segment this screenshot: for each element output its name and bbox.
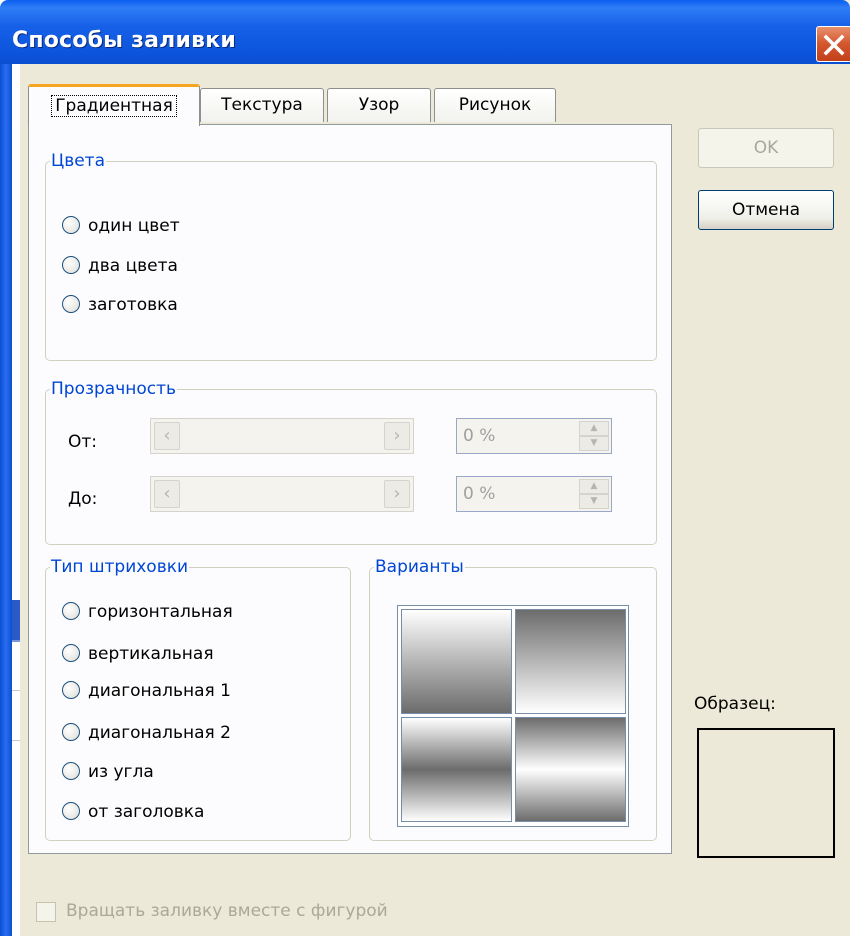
variants-group: Варианты — [369, 556, 657, 841]
to-value-spinner[interactable]: 0 % ▲ ▼ — [456, 476, 612, 512]
variant-swatch[interactable] — [515, 609, 626, 714]
title-bar[interactable]: Способы заливки — [0, 0, 850, 64]
sample-preview — [697, 728, 835, 858]
radio-label: вертикальная — [88, 644, 214, 664]
tab-gradient-label: Градиентная — [51, 95, 177, 117]
to-slider[interactable]: ‹ › — [150, 476, 414, 512]
sample-label: Образец: — [694, 694, 776, 714]
tab-pattern[interactable]: Узор — [327, 88, 431, 122]
variant-swatch[interactable] — [401, 609, 512, 714]
close-button[interactable] — [816, 26, 850, 62]
rotate-fill-label: Вращать заливку вместе с фигурой — [66, 901, 388, 921]
spin-up-icon[interactable]: ▲ — [579, 421, 609, 436]
radio-button[interactable] — [62, 256, 80, 274]
shading-styles-title: Тип штриховки — [50, 556, 190, 578]
radio-button[interactable] — [62, 762, 80, 780]
slider-left-arrow-icon[interactable]: ‹ — [154, 422, 180, 450]
radio-button[interactable] — [62, 802, 80, 820]
tab-picture-label: Рисунок — [458, 95, 532, 115]
spin-down-icon[interactable]: ▼ — [579, 436, 609, 451]
radio-label: горизонтальная — [88, 602, 233, 622]
from-value[interactable]: 0 % — [463, 419, 495, 453]
tab-texture[interactable]: Текстура — [200, 88, 324, 122]
variants-group-title: Варианты — [374, 556, 465, 578]
tab-gradient[interactable]: Градиентная — [28, 84, 200, 126]
cancel-button[interactable]: Отмена — [698, 190, 834, 230]
slider-right-arrow-icon[interactable]: › — [384, 422, 410, 450]
shading-styles-group: Тип штриховки горизонтальная вертикальна… — [45, 556, 351, 841]
transparency-group-title: Прозрачность — [50, 378, 178, 400]
radio-button[interactable] — [62, 216, 80, 234]
spin-up-icon[interactable]: ▲ — [579, 479, 609, 494]
transparency-group: Прозрачность От: ‹ › 0 % ▲ ▼ До: ‹ › 0 %… — [45, 378, 657, 545]
tab-pattern-label: Узор — [358, 95, 400, 115]
tab-picture[interactable]: Рисунок — [434, 88, 556, 122]
fill-effects-dialog: Способы заливки Градиентная Текстура Узо… — [0, 0, 850, 936]
rotate-fill-checkbox[interactable] — [36, 902, 56, 922]
radio-label: диагональная 1 — [88, 681, 231, 701]
colors-group: Цвета один цвет два цвета заготовка — [45, 150, 657, 361]
radio-button[interactable] — [62, 723, 80, 741]
close-icon — [823, 34, 845, 56]
radio-label: диагональная 2 — [88, 723, 231, 743]
radio-label: из угла — [88, 762, 154, 782]
variant-swatch[interactable] — [401, 717, 512, 822]
radio-label: два цвета — [88, 256, 178, 276]
gradient-tab-panel: Цвета один цвет два цвета заготовка Проз… — [28, 124, 672, 854]
slider-right-arrow-icon[interactable]: › — [384, 480, 410, 508]
tab-texture-label: Текстура — [221, 95, 303, 115]
slider-left-arrow-icon[interactable]: ‹ — [154, 480, 180, 508]
radio-button[interactable] — [62, 602, 80, 620]
window-frame-left — [0, 64, 12, 936]
spin-down-icon[interactable]: ▼ — [579, 494, 609, 509]
radio-button[interactable] — [62, 295, 80, 313]
colors-group-title: Цвета — [50, 150, 106, 172]
radio-button[interactable] — [62, 644, 80, 662]
from-label: От: — [68, 432, 98, 452]
to-label: До: — [68, 489, 98, 509]
from-value-spinner[interactable]: 0 % ▲ ▼ — [456, 418, 612, 454]
radio-button[interactable] — [62, 681, 80, 699]
ok-button[interactable]: OK — [698, 128, 834, 168]
variant-swatch[interactable] — [515, 717, 626, 822]
dialog-title: Способы заливки — [12, 28, 236, 53]
radio-label: заготовка — [88, 295, 178, 315]
from-slider[interactable]: ‹ › — [150, 418, 414, 454]
radio-label: один цвет — [88, 216, 180, 236]
to-value[interactable]: 0 % — [463, 477, 495, 511]
variants-grid — [397, 605, 629, 827]
radio-label: от заголовка — [88, 802, 205, 822]
